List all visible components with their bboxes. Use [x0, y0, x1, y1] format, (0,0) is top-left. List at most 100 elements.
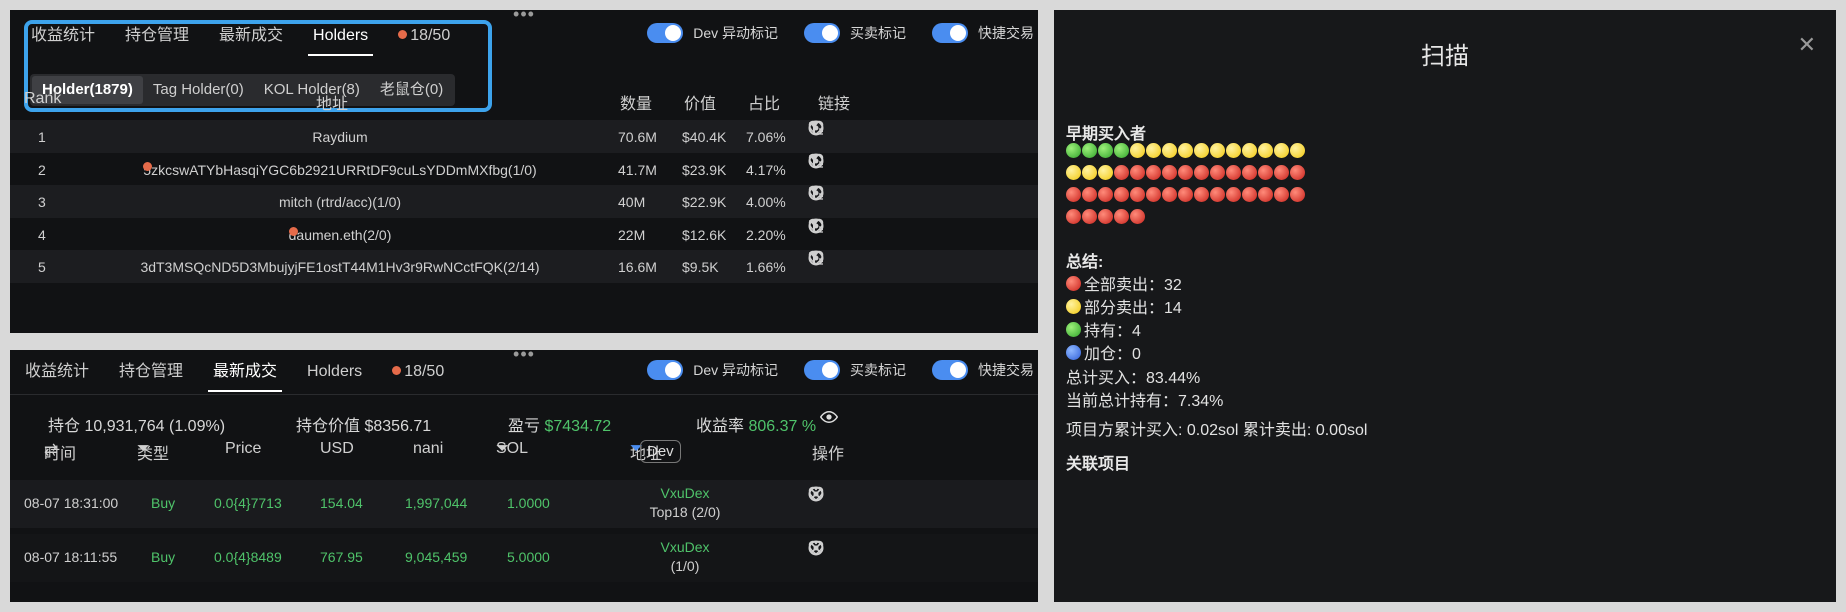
tab-positions[interactable]: 持仓管理 [104, 356, 198, 388]
switch-icon [932, 23, 968, 43]
buyer-dot-icon [1242, 165, 1257, 180]
table-row[interactable]: 2 5zkcswATYbHasqiYGC6b2921URRtDF9cuLsYDD… [10, 153, 1038, 186]
address-cell[interactable]: mitch (rtrd/acc)(1/0) [10, 194, 670, 210]
share-cell: 2.20% [746, 226, 786, 243]
switch-icon [804, 360, 840, 380]
avatar-icon [392, 366, 402, 375]
summary-text: 部分卖出：14 [1084, 300, 1182, 317]
avatar-icon [143, 161, 153, 171]
amount-cell: 22M [618, 226, 646, 243]
quick-trade-toggle[interactable]: 快捷交易 [932, 360, 1034, 380]
token-amount-cell: 1,997,044 [405, 495, 468, 511]
heart-icon[interactable] [808, 218, 824, 234]
top-toggles: Dev 异动标记 买卖标记 快捷交易 [621, 23, 1034, 43]
address-cell[interactable]: daumen.eth(2/0) [10, 226, 670, 243]
summary-text: 加仓：0 [1084, 346, 1141, 363]
heart-icon[interactable] [808, 540, 824, 556]
trade-mark-toggle[interactable]: 买卖标记 [804, 360, 906, 380]
status-dot-icon [1066, 298, 1081, 314]
amount-cell: 41.7M [618, 161, 657, 178]
holding-stat: 持仓 10,931,764 (1.09%) [48, 418, 226, 435]
share-cell: 4.00% [746, 194, 786, 210]
project-line: 项目方累计买入: 0.02sol 累计卖出: 0.00sol [1066, 422, 1368, 439]
tab-followers[interactable]: 18/50 [377, 356, 459, 388]
share-cell: 7.06% [746, 129, 786, 145]
quick-trade-toggle[interactable]: 快捷交易 [932, 23, 1034, 43]
top-tabs: 收益统计 持仓管理 最新成交 Holders 18/50 [16, 20, 465, 56]
address-cell[interactable]: Raydium [10, 129, 670, 145]
heart-icon[interactable] [808, 486, 824, 502]
summary-item: 部分卖出：14 [1066, 294, 1182, 318]
tab-latest-trades[interactable]: 最新成交 [198, 356, 292, 392]
trade-mark-toggle[interactable]: 买卖标记 [804, 23, 906, 43]
position-stats: 持仓 10,931,764 (1.09%) 持仓价值 $8356.71 盈亏 $… [10, 394, 1038, 435]
heart-icon[interactable] [808, 185, 824, 201]
related-projects-label: 关联项目 [1066, 456, 1131, 473]
heart-icon[interactable] [808, 153, 824, 169]
buyer-dot-icon [1082, 209, 1097, 224]
summary-item: 全部卖出：32 [1066, 271, 1182, 295]
switch-icon [647, 360, 684, 380]
close-icon[interactable]: ✕ [1798, 32, 1816, 58]
buyer-dot-icon [1162, 187, 1177, 202]
tab-latest-trades[interactable]: 最新成交 [204, 20, 298, 52]
drag-handle[interactable]: ••• [513, 10, 535, 23]
tab-profit-stats[interactable]: 收益统计 [10, 356, 104, 388]
amount-cell: 40M [618, 194, 646, 210]
buyer-dot-icon [1194, 165, 1209, 180]
heart-icon[interactable] [808, 250, 824, 266]
type-cell: Buy [151, 549, 176, 565]
filter-icon: ⏷ [137, 440, 150, 457]
table-row[interactable]: 08-07 18:11:55 Buy 0.0{4}8489 767.95 9,0… [10, 534, 1038, 582]
table-row[interactable]: 1 Raydium 70.6M $40.4K 7.06% [10, 120, 1038, 153]
buyer-dot-icon [1226, 165, 1241, 180]
address-cell[interactable]: 3dT3MSQcND5D3MbujyjFE1ostT44M1Hv3r9RwNCc… [10, 259, 670, 275]
dot-row [1066, 209, 1146, 224]
dot-row [1066, 187, 1306, 202]
address-name[interactable]: VxuDex [610, 485, 760, 501]
heart-icon[interactable] [808, 120, 824, 136]
pnl-stat: 盈亏 $7434.72 [508, 418, 612, 435]
buyer-dot-icon [1210, 187, 1225, 202]
col-price: Price [225, 440, 262, 457]
table-row[interactable]: 5 3dT3MSQcND5D3MbujyjFE1ostT44M1Hv3r9RwN… [10, 250, 1038, 283]
table-row[interactable]: 3 mitch (rtrd/acc)(1/0) 40M $22.9K 4.00% [10, 185, 1038, 218]
table-row[interactable]: 4 daumen.eth(2/0) 22M $12.6K 2.20% [10, 218, 1038, 251]
time-cell: 08-07 18:11:55 [24, 549, 118, 565]
address-name[interactable]: VxuDex [610, 539, 760, 555]
usd-cell: 154.04 [320, 495, 363, 511]
summary-label: 总结: [1066, 254, 1104, 271]
tab-positions[interactable]: 持仓管理 [110, 20, 204, 52]
tab-holders[interactable]: Holders [292, 356, 377, 388]
swap-icon: ⇄ [44, 442, 58, 459]
drag-handle[interactable]: ••• [513, 350, 535, 363]
tab-profit-stats[interactable]: 收益统计 [16, 20, 110, 52]
dev-button[interactable]: Dev [640, 440, 681, 463]
price-cell: 0.0{4}8489 [214, 549, 282, 565]
buyer-dot-icon [1290, 165, 1305, 180]
eye-icon[interactable] [819, 408, 839, 431]
share-cell: 1.66% [746, 259, 786, 275]
sol-cell: 5.0000 [507, 549, 550, 565]
tab-followers[interactable]: 18/50 [383, 20, 465, 52]
switch-icon [804, 23, 840, 43]
value-cell: $23.9K [682, 161, 727, 178]
table-row[interactable]: 08-07 18:31:00 Buy 0.0{4}7713 154.04 1,9… [10, 480, 1038, 528]
col-usd: USD [320, 440, 354, 457]
buyer-dot-icon [1178, 187, 1193, 202]
buyer-dot-icon [1178, 143, 1193, 158]
col-token: nani [413, 440, 444, 457]
col-rank: Rank [24, 90, 62, 107]
address-cell[interactable]: 5zkcswATYbHasqiYGC6b2921URRtDF9cuLsYDDmM… [10, 161, 670, 178]
value-cell: $9.5K [682, 259, 719, 275]
col-amount: 数量 [620, 96, 653, 113]
tab-holders[interactable]: Holders [298, 20, 383, 56]
address-tag: Top18 (2/0) [649, 504, 721, 520]
buyer-dot-icon [1146, 187, 1161, 202]
avatar-icon [398, 30, 408, 39]
dev-alert-toggle[interactable]: Dev 异动标记 [647, 23, 778, 43]
holders-table-header: Rank 地址 数量 价值 占比 链接 [10, 90, 1038, 114]
buyer-dot-icon [1210, 143, 1225, 158]
toggle-label: Dev 异动标记 [693, 362, 778, 378]
dev-alert-toggle[interactable]: Dev 异动标记 [647, 360, 778, 380]
